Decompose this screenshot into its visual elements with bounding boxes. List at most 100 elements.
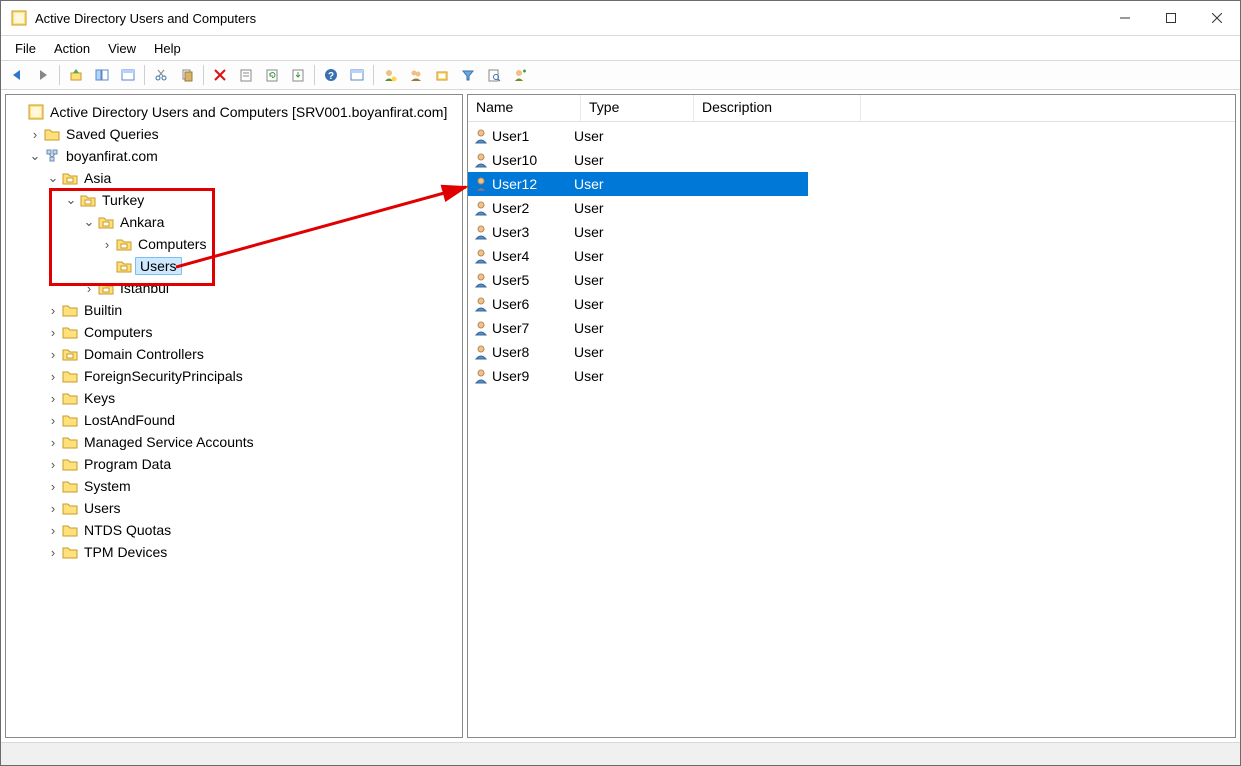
list-row[interactable]: User12User: [468, 172, 808, 196]
list-row[interactable]: User4User: [468, 244, 1235, 268]
menu-file[interactable]: File: [7, 39, 44, 58]
tree-domain-controllers[interactable]: › Domain Controllers: [12, 343, 456, 365]
collapse-icon[interactable]: ⌄: [64, 192, 78, 208]
new-ou-button[interactable]: [430, 63, 454, 87]
show-hide-action-pane-button[interactable]: [116, 63, 140, 87]
user-icon: [472, 343, 490, 361]
list-row[interactable]: User8User: [468, 340, 1235, 364]
cut-button[interactable]: [149, 63, 173, 87]
tree-root[interactable]: Active Directory Users and Computers [SR…: [12, 101, 456, 123]
ou-icon: [116, 236, 132, 252]
collapse-icon[interactable]: ⌄: [46, 170, 60, 186]
export-list-button[interactable]: [286, 63, 310, 87]
list-cell-name: User7: [492, 320, 574, 336]
filter-button[interactable]: [456, 63, 480, 87]
close-button[interactable]: [1194, 3, 1240, 33]
refresh-button[interactable]: [260, 63, 284, 87]
tree-saved-queries[interactable]: › Saved Queries: [12, 123, 456, 145]
tree-label: Ankara: [118, 214, 166, 230]
column-type[interactable]: Type: [581, 95, 694, 121]
tree-computers[interactable]: › Computers: [12, 321, 456, 343]
tree-label: NTDS Quotas: [82, 522, 173, 538]
toolbar: ?: [1, 60, 1240, 90]
expand-icon[interactable]: ›: [46, 369, 60, 384]
expand-icon[interactable]: ›: [46, 501, 60, 516]
tree-istanbul[interactable]: › Istanbul: [12, 277, 456, 299]
list-cell-name: User1: [492, 128, 574, 144]
expand-icon[interactable]: ›: [46, 325, 60, 340]
tree-tpm-devices[interactable]: › TPM Devices: [12, 541, 456, 563]
copy-button[interactable]: [175, 63, 199, 87]
column-description[interactable]: Description: [694, 95, 861, 121]
back-button[interactable]: [5, 63, 29, 87]
menu-action[interactable]: Action: [46, 39, 98, 58]
tree-msa[interactable]: › Managed Service Accounts: [12, 431, 456, 453]
tree-pane[interactable]: Active Directory Users and Computers [SR…: [5, 94, 463, 738]
tree-lostandfound[interactable]: › LostAndFound: [12, 409, 456, 431]
expand-icon[interactable]: ›: [28, 127, 42, 142]
tree-label: Managed Service Accounts: [82, 434, 256, 450]
tree-label: boyanfirat.com: [64, 148, 160, 164]
tree-ankara-users[interactable]: Users: [12, 255, 456, 277]
list-row[interactable]: User5User: [468, 268, 1235, 292]
new-user-button[interactable]: [378, 63, 402, 87]
expand-icon[interactable]: ›: [46, 457, 60, 472]
expand-icon[interactable]: ›: [46, 303, 60, 318]
collapse-icon[interactable]: ⌄: [82, 214, 96, 230]
list-row[interactable]: User10User: [468, 148, 1235, 172]
expand-icon[interactable]: ›: [46, 347, 60, 362]
folder-icon: [62, 478, 78, 494]
list-row[interactable]: User3User: [468, 220, 1235, 244]
collapse-icon[interactable]: ⌄: [28, 148, 42, 164]
delete-button[interactable]: [208, 63, 232, 87]
list-cell-name: User3: [492, 224, 574, 240]
ou-icon: [116, 258, 132, 274]
search-button[interactable]: [482, 63, 506, 87]
list-row[interactable]: User2User: [468, 196, 1235, 220]
menubar: File Action View Help: [1, 36, 1240, 60]
tree-turkey[interactable]: ⌄ Turkey: [12, 189, 456, 211]
tree-ankara[interactable]: ⌄ Ankara: [12, 211, 456, 233]
minimize-button[interactable]: [1102, 3, 1148, 33]
expand-icon[interactable]: ›: [100, 237, 114, 252]
tree-asia[interactable]: ⌄ Asia: [12, 167, 456, 189]
menu-help[interactable]: Help: [146, 39, 189, 58]
tree-users[interactable]: › Users: [12, 497, 456, 519]
help-button[interactable]: ?: [319, 63, 343, 87]
maximize-button[interactable]: [1148, 3, 1194, 33]
tree-system[interactable]: › System: [12, 475, 456, 497]
expand-icon[interactable]: ›: [82, 281, 96, 296]
up-button[interactable]: [64, 63, 88, 87]
tree-fsp[interactable]: › ForeignSecurityPrincipals: [12, 365, 456, 387]
expand-icon[interactable]: ›: [46, 413, 60, 428]
show-hide-console-tree-button[interactable]: [90, 63, 114, 87]
list-row[interactable]: User6User: [468, 292, 1235, 316]
tree-label: Turkey: [100, 192, 146, 208]
column-name[interactable]: Name: [468, 95, 581, 121]
tree-label: Istanbul: [118, 280, 171, 296]
tree-program-data[interactable]: › Program Data: [12, 453, 456, 475]
expand-icon[interactable]: ›: [46, 391, 60, 406]
properties-button[interactable]: [234, 63, 258, 87]
list-row[interactable]: User7User: [468, 316, 1235, 340]
add-to-group-button[interactable]: [508, 63, 532, 87]
list-cell-type: User: [574, 368, 670, 384]
tree-ankara-computers[interactable]: › Computers: [12, 233, 456, 255]
expand-icon[interactable]: ›: [46, 523, 60, 538]
expand-icon[interactable]: ›: [46, 479, 60, 494]
tree-ntds-quotas[interactable]: › NTDS Quotas: [12, 519, 456, 541]
tree-builtin[interactable]: › Builtin: [12, 299, 456, 321]
tree-keys[interactable]: › Keys: [12, 387, 456, 409]
new-group-button[interactable]: [404, 63, 428, 87]
forward-button[interactable]: [31, 63, 55, 87]
find-button[interactable]: [345, 63, 369, 87]
tree-label: Computers: [82, 324, 154, 340]
list-cell-type: User: [574, 272, 670, 288]
expand-icon[interactable]: ›: [46, 545, 60, 560]
expand-icon[interactable]: ›: [46, 435, 60, 450]
menu-view[interactable]: View: [100, 39, 144, 58]
tree-domain[interactable]: ⌄ boyanfirat.com: [12, 145, 456, 167]
list-pane[interactable]: Name Type Description User1UserUser10Use…: [467, 94, 1236, 738]
list-row[interactable]: User1User: [468, 124, 1235, 148]
list-row[interactable]: User9User: [468, 364, 1235, 388]
